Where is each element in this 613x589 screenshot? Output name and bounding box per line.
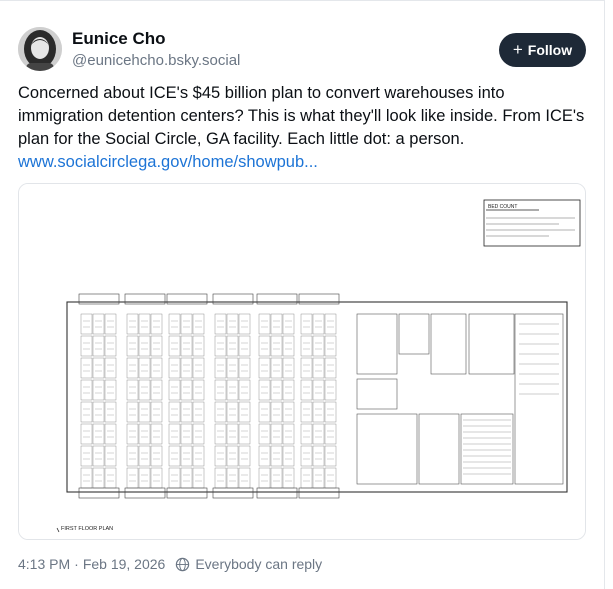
post-date[interactable]: Feb 19, 2026 [83,556,166,572]
post-text: Concerned about ICE's $45 billion plan t… [18,84,585,148]
author-handle[interactable]: @eunicehcho.bsky.social [72,52,240,69]
plus-icon: + [512,39,523,59]
bed-count-title: BED COUNT [488,204,517,210]
globe-icon [176,557,190,571]
avatar[interactable] [18,27,62,71]
follow-button[interactable]: + Follow [499,33,586,67]
post-card: Eunice Cho @eunicehcho.bsky.social + Fol… [0,0,605,589]
follow-button-label: Follow [527,42,573,58]
floor-plan-image: BED COUNT FIRST FLOOR PLAN [19,184,585,539]
meta-separator: · [74,556,79,572]
author-name[interactable]: Eunice Cho [72,29,166,49]
post-time[interactable]: 4:13 PM [18,556,70,572]
reply-setting[interactable]: Everybody can reply [175,556,322,572]
post-link[interactable]: www.socialcirclega.gov/home/showpub... [18,151,318,174]
post-image[interactable]: BED COUNT FIRST FLOOR PLAN [18,183,586,540]
plan-title: FIRST FLOOR PLAN [61,526,113,532]
reply-setting-label: Everybody can reply [195,556,323,572]
post-meta: 4:13 PM · Feb 19, 2026 Everybody can rep… [18,556,322,572]
